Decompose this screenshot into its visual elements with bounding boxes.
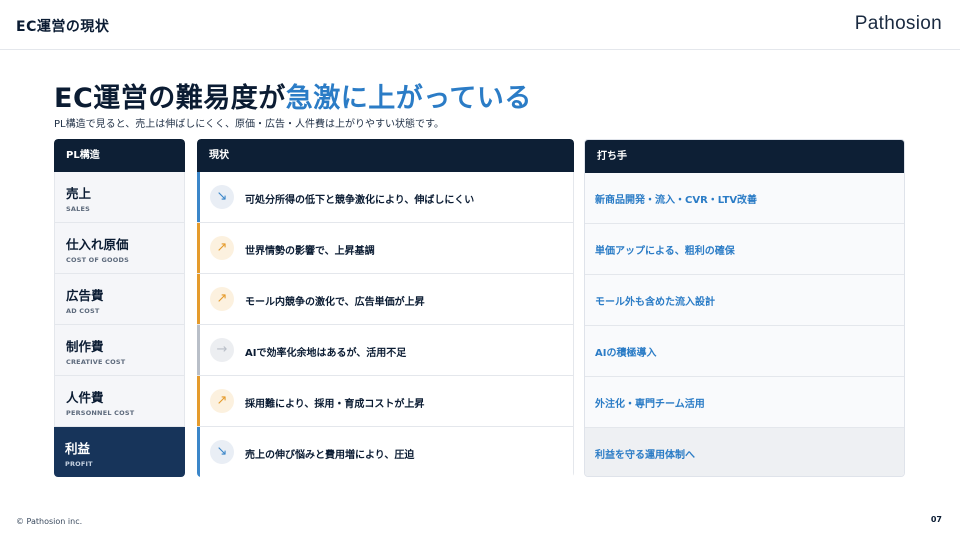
pl-item-english: PROFIT	[65, 460, 93, 468]
brand-logo: Pathosion	[854, 13, 942, 34]
pl-row: 利益 PROFIT	[54, 427, 185, 477]
pl-item-english: SALES	[66, 205, 90, 213]
pl-item-label: 広告費	[66, 288, 104, 303]
action-text: AIの積極導入	[595, 348, 657, 359]
pl-item-label: 売上	[66, 186, 92, 201]
arrow-up-right-icon: ↗	[210, 236, 234, 260]
trend-bar	[197, 427, 200, 477]
status-text: 採用難により、採用・育成コストが上昇	[245, 399, 425, 410]
trend-bar	[197, 274, 200, 324]
pl-column-header: PL構造	[54, 139, 185, 172]
action-row: 新商品開発・流入・CVR・LTV改善	[585, 173, 904, 224]
pl-item-english: COST OF GOODS	[66, 256, 129, 264]
title-main: EC運営の難易度が	[54, 83, 286, 114]
action-text: 単価アップによる、粗利の確保	[595, 246, 735, 257]
status-text: 可処分所得の低下と競争激化により、伸ばしにくい	[245, 195, 475, 206]
status-text: モール内競争の激化で、広告単価が上昇	[245, 297, 425, 308]
arrow-down-right-icon: ↘	[210, 440, 234, 464]
action-row: 単価アップによる、粗利の確保	[585, 224, 904, 275]
action-row: モール外も含めた流入設計	[585, 275, 904, 326]
title-accent: 急激に上がっている	[285, 83, 532, 114]
action-text: 外注化・専門チーム活用	[595, 399, 705, 410]
pl-row: 仕入れ原価 COST OF GOODS	[54, 223, 185, 274]
status-column: 現状 ↘ 可処分所得の低下と競争激化により、伸ばしにくい ↗ 世界情勢の影響で、上昇基…	[197, 139, 574, 477]
status-row: ↗ 採用難により、採用・育成コストが上昇	[197, 376, 574, 427]
trend-bar	[197, 223, 200, 273]
action-row: 利益を守る運用体制へ	[585, 428, 904, 476]
pl-item-english: AD COST	[66, 307, 100, 315]
section-label: EC運営の現状	[16, 19, 110, 35]
slide-subtitle: PL構造で見ると、売上は伸ばしにくく、原価・広告・人件費は上がりやすい状態です。	[54, 119, 445, 130]
trend-bar	[197, 325, 200, 375]
status-row: ↘ 可処分所得の低下と競争激化により、伸ばしにくい	[197, 172, 574, 223]
top-bar: EC運営の現状 Pathosion	[0, 0, 960, 50]
pl-row: 売上 SALES	[54, 172, 185, 223]
status-text: AIで効率化余地はあるが、活用不足	[245, 348, 407, 359]
pl-item-label: 利益	[65, 441, 91, 456]
pl-item-english: PERSONNEL COST	[66, 409, 135, 417]
pl-item-label: 人件費	[66, 390, 104, 405]
page-number: 07	[930, 515, 942, 524]
status-row: ↗ モール内競争の激化で、広告単価が上昇	[197, 274, 574, 325]
slide-title: EC運営の難易度が急激に上がっている	[54, 76, 532, 115]
pl-row: 人件費 PERSONNEL COST	[54, 376, 185, 427]
arrow-down-right-icon: ↘	[210, 185, 234, 209]
trend-bar	[197, 172, 200, 222]
action-text: モール外も含めた流入設計	[595, 297, 715, 308]
status-text: 売上の伸び悩みと費用増により、圧迫	[245, 450, 415, 461]
status-row: → AIで効率化余地はあるが、活用不足	[197, 325, 574, 376]
action-text: 新商品開発・流入・CVR・LTV改善	[595, 195, 758, 206]
pl-item-label: 仕入れ原価	[66, 237, 129, 252]
status-row: ↘ 売上の伸び悩みと費用増により、圧迫	[197, 427, 574, 477]
trend-bar	[197, 376, 200, 426]
status-column-header: 現状	[197, 139, 574, 172]
status-text: 世界情勢の影響で、上昇基調	[245, 246, 375, 257]
action-column-header: 打ち手	[585, 140, 904, 173]
arrow-up-right-icon: ↗	[210, 389, 234, 413]
pl-item-label: 制作費	[66, 339, 104, 354]
pl-structure-column: PL構造 売上 SALES 仕入れ原価 COST OF GOODS 広告費 AD COST…	[54, 139, 185, 477]
pl-row: 制作費 CREATIVE COST	[54, 325, 185, 376]
arrow-up-right-icon: ↗	[210, 287, 234, 311]
action-row: 外注化・専門チーム活用	[585, 377, 904, 428]
pl-item-english: CREATIVE COST	[66, 358, 126, 366]
status-row: ↗ 世界情勢の影響で、上昇基調	[197, 223, 574, 274]
arrow-right-icon: →	[210, 338, 234, 362]
action-text: 利益を守る運用体制へ	[595, 450, 695, 461]
pl-row: 広告費 AD COST	[54, 274, 185, 325]
action-column: 打ち手 新商品開発・流入・CVR・LTV改善 単価アップによる、粗利の確保 モール外…	[584, 139, 905, 477]
action-row: AIの積極導入	[585, 326, 904, 377]
copyright: © Pathosion inc.	[16, 517, 83, 526]
